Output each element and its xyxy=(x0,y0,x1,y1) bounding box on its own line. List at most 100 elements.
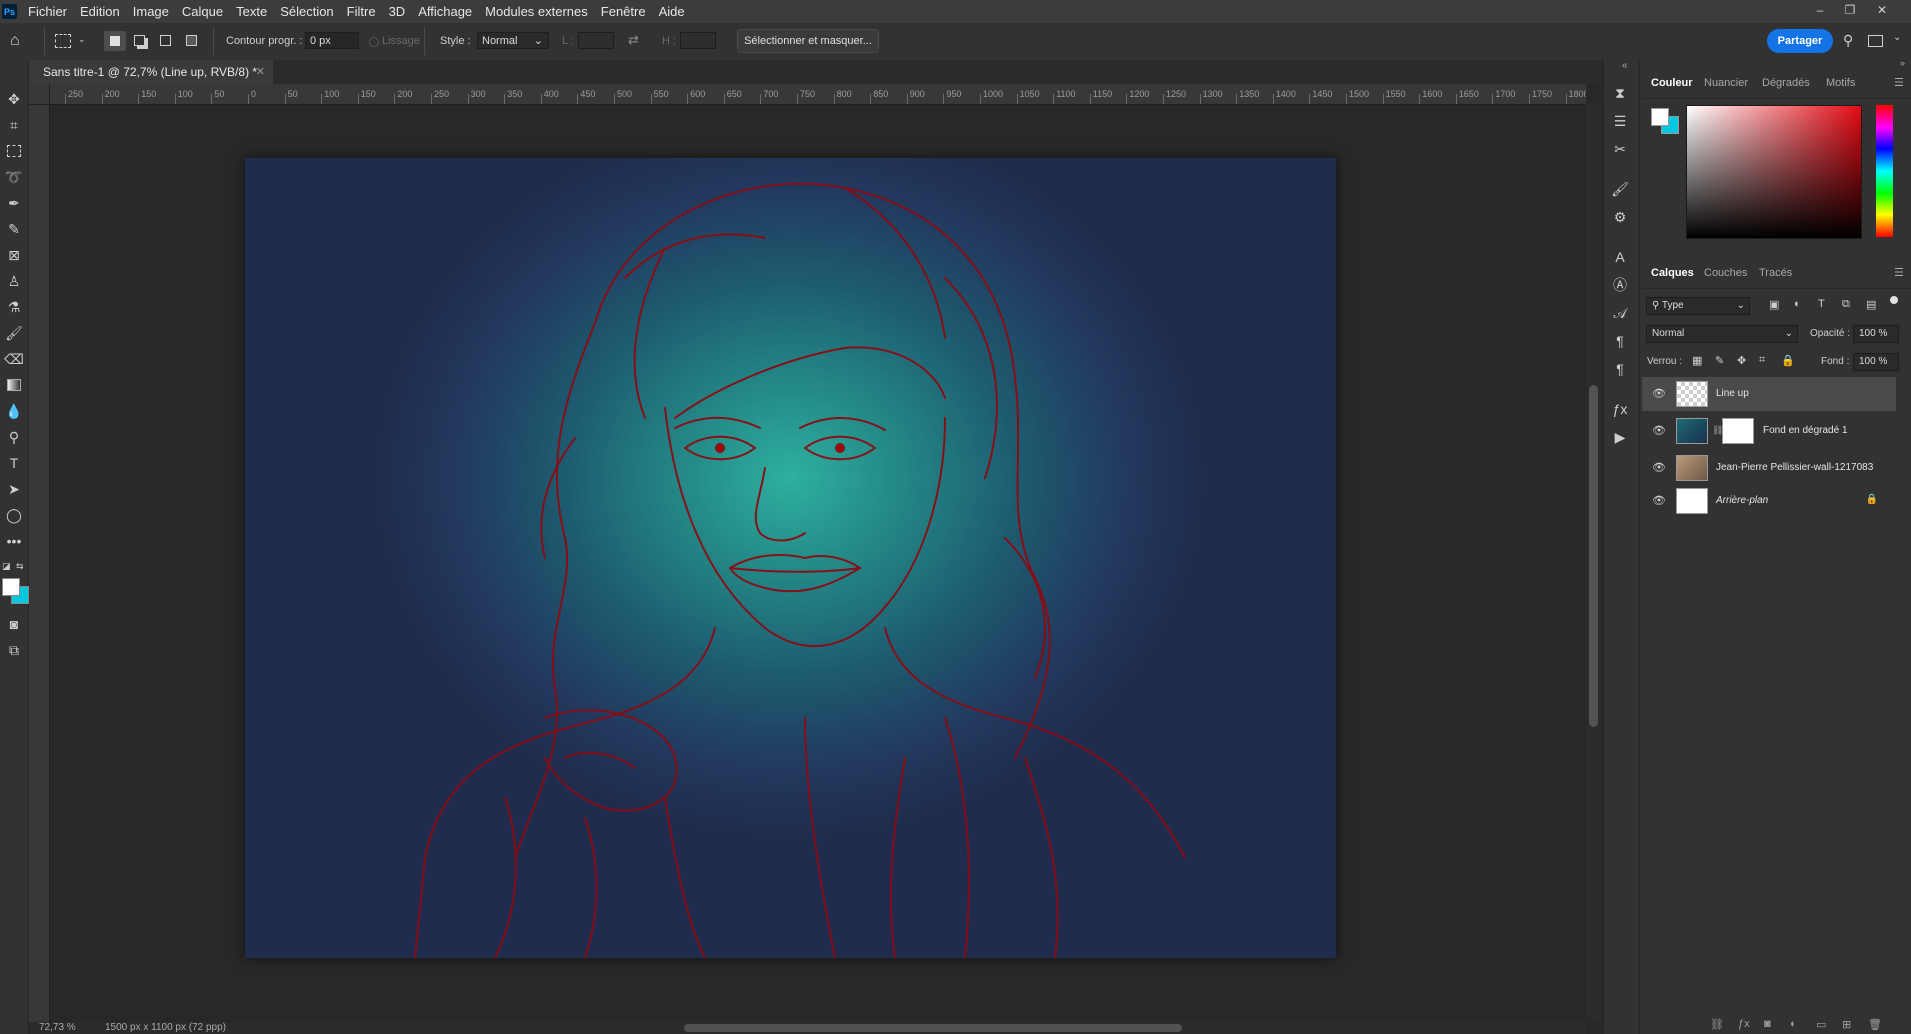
vertical-scroll-thumb[interactable] xyxy=(1589,385,1598,727)
hue-slider[interactable] xyxy=(1876,105,1893,237)
rect-marquee-icon[interactable] xyxy=(55,34,71,48)
filter-smart-icon[interactable]: ▤ xyxy=(1866,298,1876,311)
panel-collapse-bar[interactable]: » xyxy=(1640,58,1911,68)
layer-row-gradient-fill[interactable]: 👁 ⛓ Fond en dégradé 1 xyxy=(1642,414,1896,448)
minimize-icon[interactable]: – xyxy=(1812,3,1828,19)
chevron-down-icon[interactable]: ⌄ xyxy=(78,34,86,45)
add-selection-icon[interactable] xyxy=(134,35,145,46)
lock-all-icon[interactable]: 🔒 xyxy=(1781,354,1795,367)
lock-transparency-icon[interactable]: ▦ xyxy=(1692,354,1702,367)
contour-input[interactable]: 0 px xyxy=(305,32,359,49)
height-input[interactable] xyxy=(680,32,716,49)
foreground-color-swatch[interactable] xyxy=(2,578,20,596)
document-canvas[interactable] xyxy=(245,158,1336,958)
eye-icon[interactable]: 👁 xyxy=(1652,387,1666,401)
menu-calque[interactable]: Calque xyxy=(182,4,223,19)
menu-fichier[interactable]: Fichier xyxy=(28,4,67,19)
dodge-tool-icon[interactable]: ⚲ xyxy=(2,425,26,449)
quick-mask-icon[interactable]: ◙ xyxy=(2,612,26,636)
menu-3d[interactable]: 3D xyxy=(389,4,406,19)
menu-selection[interactable]: Sélection xyxy=(280,4,333,19)
workspace-icon[interactable] xyxy=(1868,35,1883,47)
menu-filtre[interactable]: Filtre xyxy=(347,4,376,19)
stamp-tool-icon[interactable]: ♙ xyxy=(2,269,26,293)
character-panel-icon[interactable]: A xyxy=(1609,246,1631,268)
eye-icon[interactable]: 👁 xyxy=(1652,461,1666,475)
layers-panel-menu-icon[interactable]: ☰ xyxy=(1894,266,1904,279)
delete-layer-icon[interactable]: 🗑 xyxy=(1868,1018,1882,1031)
eye-icon[interactable]: 👁 xyxy=(1652,424,1666,438)
lasso-tool-icon[interactable]: ➰ xyxy=(2,165,26,189)
layer-name[interactable]: Line up xyxy=(1716,388,1749,399)
layer-filter-select[interactable]: ⚲ Type ⌄ xyxy=(1646,297,1750,315)
new-selection-button[interactable] xyxy=(104,31,126,51)
menu-modules-externes[interactable]: Modules externes xyxy=(485,4,588,19)
subtract-selection-icon[interactable] xyxy=(160,35,171,46)
menu-image[interactable]: Image xyxy=(133,4,169,19)
tab-calques[interactable]: Calques xyxy=(1651,267,1694,279)
adjustments-panel-icon[interactable]: ☰ xyxy=(1609,110,1631,132)
history-panel-icon[interactable]: ⧗ xyxy=(1609,82,1631,104)
eyedropper-tool-icon[interactable]: ⚗ xyxy=(2,295,26,319)
color-panel-fg-swatch[interactable] xyxy=(1651,108,1669,126)
search-icon[interactable]: ⚲ xyxy=(1843,32,1853,49)
adjustment-layer-icon[interactable]: ◐ xyxy=(1790,1018,1797,1030)
restore-icon[interactable]: ❐ xyxy=(1842,3,1858,19)
pen-tool-icon[interactable]: ✒ xyxy=(2,191,26,215)
default-colors-icon[interactable]: ◪ xyxy=(2,561,11,572)
horizontal-scroll-thumb[interactable] xyxy=(684,1024,1182,1032)
character-styles-icon[interactable]: Ⓐ xyxy=(1609,274,1631,296)
zoom-level[interactable]: 72,73 % xyxy=(39,1022,76,1034)
panel-menu-icon[interactable]: ☰ xyxy=(1894,76,1904,89)
select-and-mask-button[interactable]: Sélectionner et masquer... xyxy=(737,29,879,53)
new-group-icon[interactable]: ▭ xyxy=(1816,1018,1826,1031)
lissage-checkbox[interactable] xyxy=(369,37,379,47)
move-tool-icon[interactable]: ✥ xyxy=(2,87,26,111)
menu-edition[interactable]: Edition xyxy=(80,4,120,19)
filter-adjustment-icon[interactable]: ◐ xyxy=(1794,298,1801,310)
tab-couches[interactable]: Couches xyxy=(1704,267,1747,279)
eye-icon[interactable]: 👁 xyxy=(1652,494,1666,508)
filter-type-icon[interactable]: T xyxy=(1818,298,1825,310)
close-tab-icon[interactable]: ✕ xyxy=(256,60,265,84)
layer-name[interactable]: Jean-Pierre Pellissier-wall-1217083 xyxy=(1716,462,1873,473)
collapse-panels-icon[interactable]: « xyxy=(1622,60,1628,71)
blend-mode-select[interactable]: Normal ⌄ xyxy=(1646,325,1798,343)
chevron-down-icon[interactable]: ⌄ xyxy=(1893,32,1901,43)
intersect-selection-icon[interactable] xyxy=(186,35,197,46)
menu-aide[interactable]: Aide xyxy=(659,4,685,19)
width-input[interactable] xyxy=(578,32,614,49)
add-mask-icon[interactable]: ◙ xyxy=(1764,1018,1771,1030)
layer-style-icon[interactable]: ƒx xyxy=(1738,1018,1750,1030)
more-tools-icon[interactable]: ••• xyxy=(2,529,26,553)
menu-fenetre[interactable]: Fenêtre xyxy=(601,4,646,19)
fill-input[interactable]: 100 % xyxy=(1853,353,1899,371)
type-tool-icon[interactable]: T xyxy=(2,451,26,475)
menu-affichage[interactable]: Affichage xyxy=(418,4,472,19)
properties-panel-icon[interactable]: ⚙ xyxy=(1609,206,1631,228)
crop-tool-icon[interactable]: ⌗ xyxy=(2,113,26,137)
blur-tool-icon[interactable]: 💧 xyxy=(2,399,26,423)
paragraph-panel-icon[interactable]: ¶ xyxy=(1609,330,1631,352)
gradient-tool-icon[interactable] xyxy=(2,373,26,397)
tab-degrades[interactable]: Dégradés xyxy=(1762,77,1810,89)
color-picker-field[interactable] xyxy=(1686,105,1862,239)
document-tab[interactable]: Sans titre-1 @ 72,7% (Line up, RVB/8) * … xyxy=(29,60,273,84)
filter-pixel-icon[interactable]: ▣ xyxy=(1769,298,1779,311)
screen-mode-icon[interactable]: ⧉ xyxy=(2,638,26,662)
swap-icon[interactable]: ⇄ xyxy=(628,32,639,48)
style-select[interactable]: Normal ⌄ xyxy=(477,32,549,49)
actions-panel-icon[interactable]: ▶ xyxy=(1609,426,1631,448)
layer-row-background[interactable]: 👁 Arrière-plan 🔒 xyxy=(1642,484,1896,518)
lock-artboard-icon[interactable]: ⌗ xyxy=(1759,354,1765,367)
quick-select-tool-icon[interactable]: ✎ xyxy=(2,217,26,241)
glyphs-panel-icon[interactable]: 𝒜 xyxy=(1609,302,1631,324)
tab-motifs[interactable]: Motifs xyxy=(1826,77,1855,89)
tab-nuancier[interactable]: Nuancier xyxy=(1704,77,1748,89)
close-window-icon[interactable]: ✕ xyxy=(1874,3,1890,19)
tab-traces[interactable]: Tracés xyxy=(1759,267,1792,279)
brush-settings-icon[interactable]: 🖌 xyxy=(1609,178,1631,200)
ruler-origin[interactable] xyxy=(29,84,50,105)
share-button[interactable]: Partager xyxy=(1767,29,1833,53)
link-layers-icon[interactable]: ⛓ xyxy=(1710,1018,1724,1031)
